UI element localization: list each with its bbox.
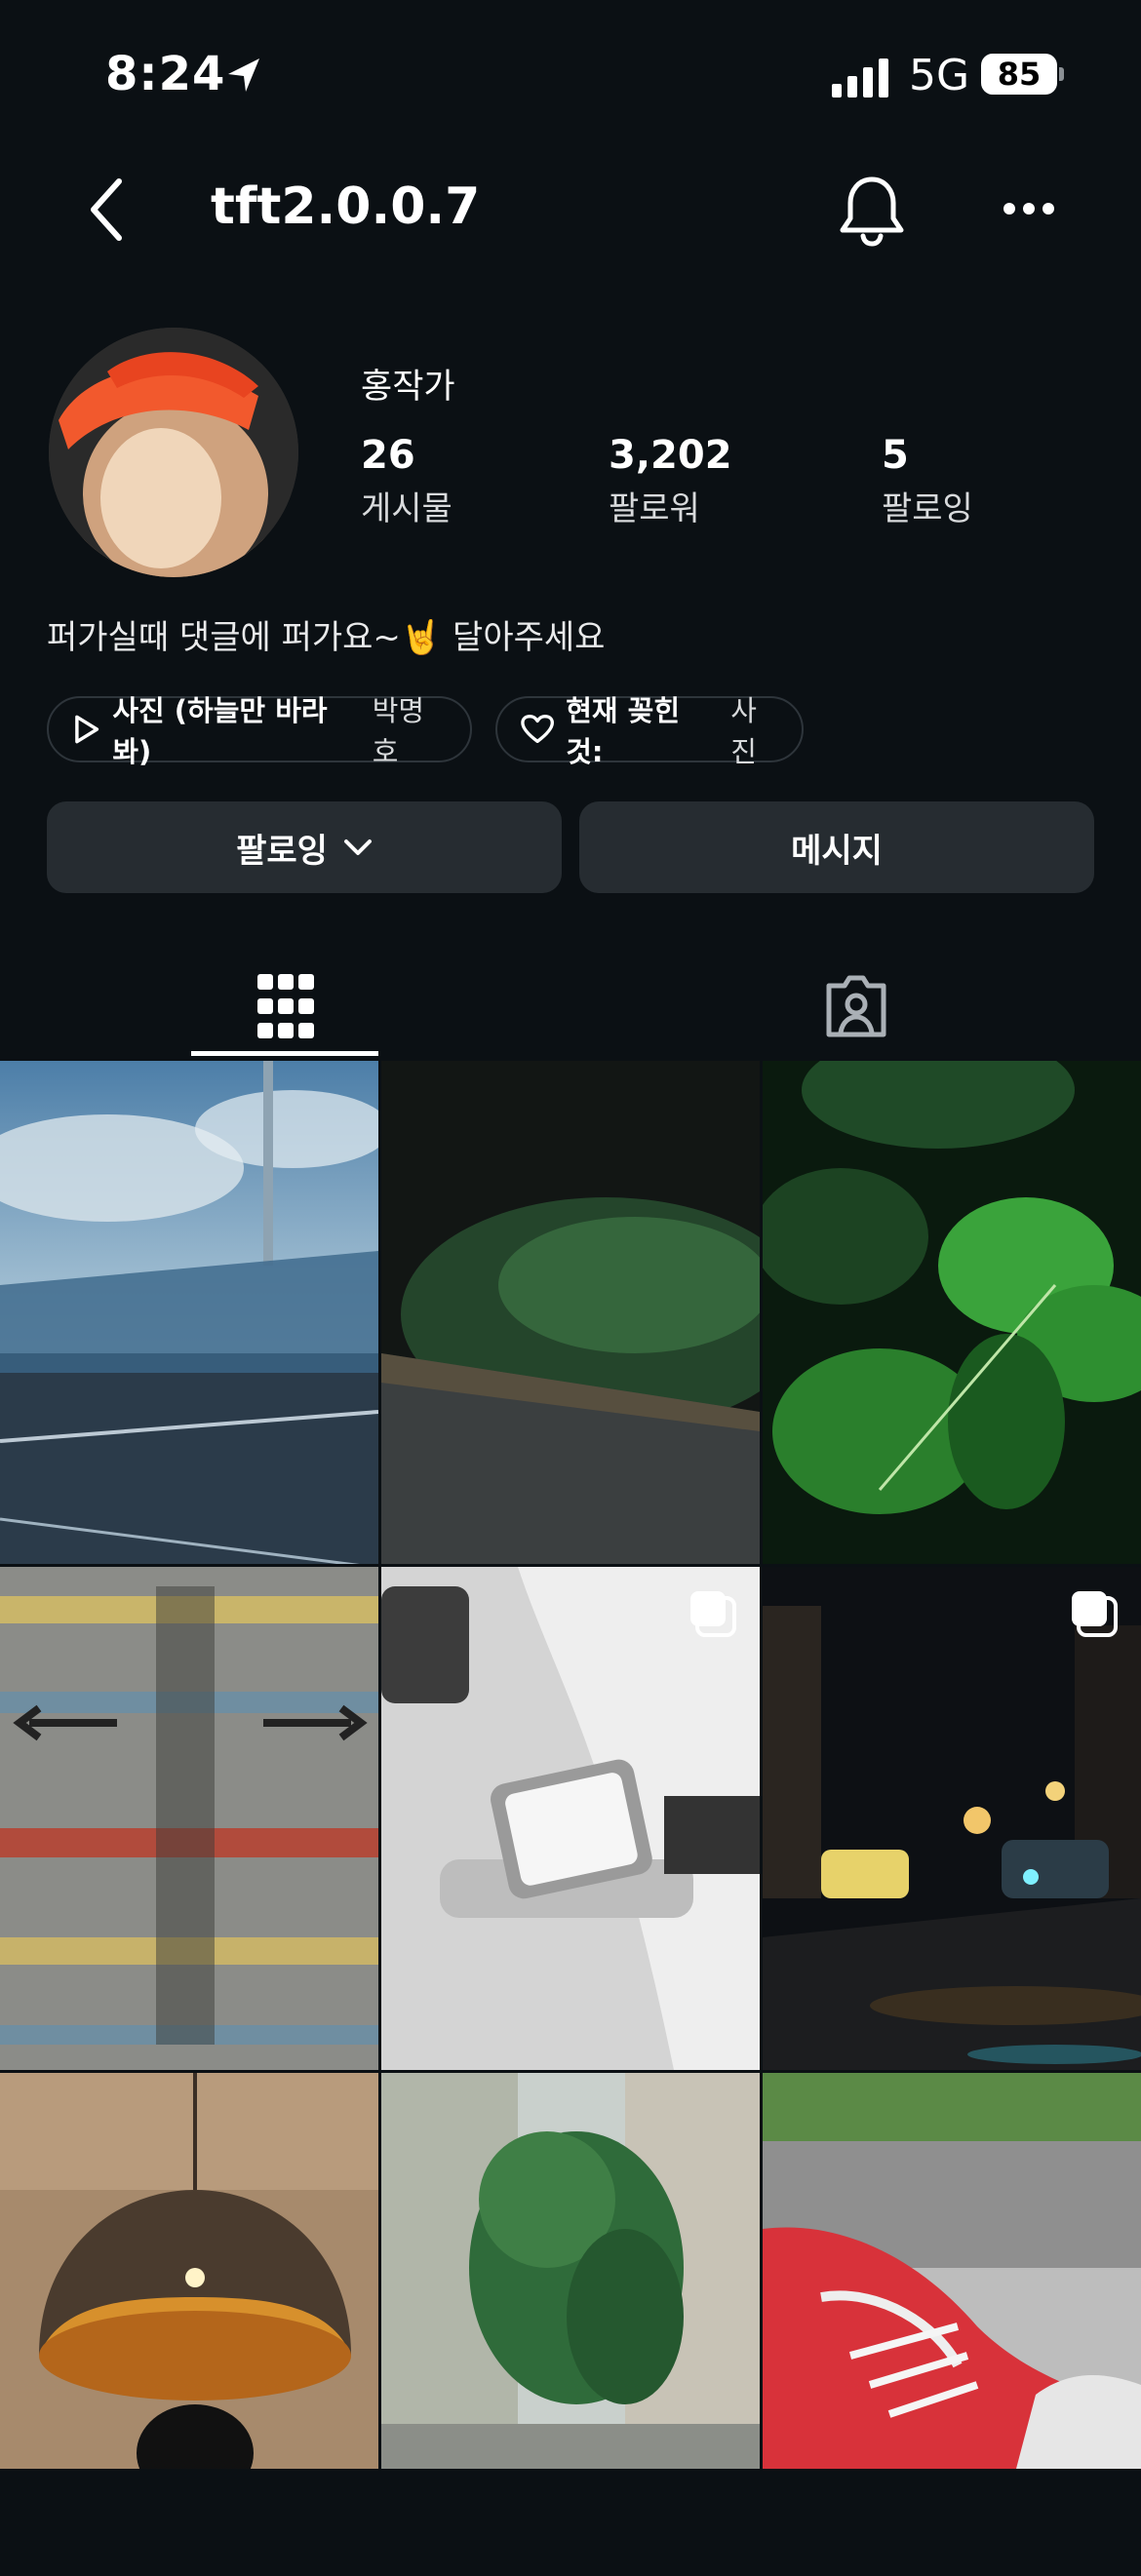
post-tile[interactable] [0, 1567, 378, 2070]
following-button[interactable]: 팔로잉 [47, 801, 562, 893]
bell-icon[interactable] [837, 174, 907, 248]
post-tile[interactable] [0, 2073, 378, 2576]
network-label: 5G [909, 51, 970, 100]
post-tile[interactable] [381, 2073, 760, 2576]
posts-label[interactable]: 게시물 [361, 482, 452, 529]
post-image-leaves [763, 1061, 1141, 1564]
post-image-alley [381, 2073, 760, 2469]
following-button-label: 팔로잉 [236, 831, 328, 871]
tab-tagged[interactable] [570, 956, 1141, 1059]
interest-value: 사진 [730, 694, 757, 768]
signal-icon [832, 59, 888, 98]
post-tile[interactable] [0, 1061, 378, 1564]
battery-indicator: 85 [981, 54, 1057, 95]
multi-photo-icon [690, 1591, 736, 1637]
profile-username: tft2.0.0.7 [211, 177, 481, 236]
location-arrow-icon [228, 59, 259, 92]
more-icon[interactable] [1003, 202, 1055, 215]
music-chip[interactable]: 사진 (하늘만 바라봐) 박명호 [47, 694, 472, 768]
play-icon [75, 715, 99, 744]
avatar[interactable] [49, 328, 298, 577]
tagged-icon [826, 975, 885, 1037]
music-artist: 박명호 [372, 694, 425, 768]
status-time: 8:24 [105, 47, 226, 101]
post-image-dark-road [381, 1061, 760, 1564]
post-image-watch [381, 1567, 760, 2070]
music-title: 사진 (하늘만 바라봐) [112, 694, 328, 768]
post-image-sneaker [763, 2073, 1141, 2469]
followers-label[interactable]: 팔로워 [609, 482, 700, 529]
following-label[interactable]: 팔로잉 [882, 482, 973, 529]
posts-count[interactable]: 26 [361, 433, 415, 478]
multi-photo-icon [1072, 1591, 1118, 1637]
active-tab-indicator [191, 1051, 378, 1056]
tab-posts-grid[interactable] [0, 956, 570, 1059]
post-tile[interactable] [763, 2073, 1141, 2576]
battery-tip [1059, 67, 1064, 81]
heart-icon [521, 715, 554, 744]
back-icon[interactable] [88, 176, 127, 244]
post-image-bridge [0, 1061, 378, 1564]
profile-bio: 퍼가실때 댓글에 퍼가요~🤘 달아주세요 [47, 618, 606, 657]
post-tile[interactable] [763, 1567, 1141, 2070]
post-tile[interactable] [381, 1567, 760, 2070]
post-image-lamp [0, 2073, 378, 2502]
followers-count[interactable]: 3,202 [609, 433, 732, 478]
chevron-down-icon [343, 839, 372, 855]
interest-label: 현재 꽂힌 것: [566, 694, 681, 768]
message-button[interactable]: 메시지 [579, 801, 1094, 893]
grid-icon [256, 974, 314, 1038]
message-button-label: 메시지 [791, 831, 883, 871]
post-image-night-street [763, 1567, 1141, 2070]
post-tile[interactable] [763, 1061, 1141, 1564]
display-name: 홍작가 [361, 368, 455, 407]
post-tile[interactable] [381, 1061, 760, 1564]
post-image-shutter [0, 1567, 378, 2070]
interest-chip[interactable]: 현재 꽂힌 것: 사진 [495, 694, 804, 768]
following-count[interactable]: 5 [882, 433, 909, 478]
